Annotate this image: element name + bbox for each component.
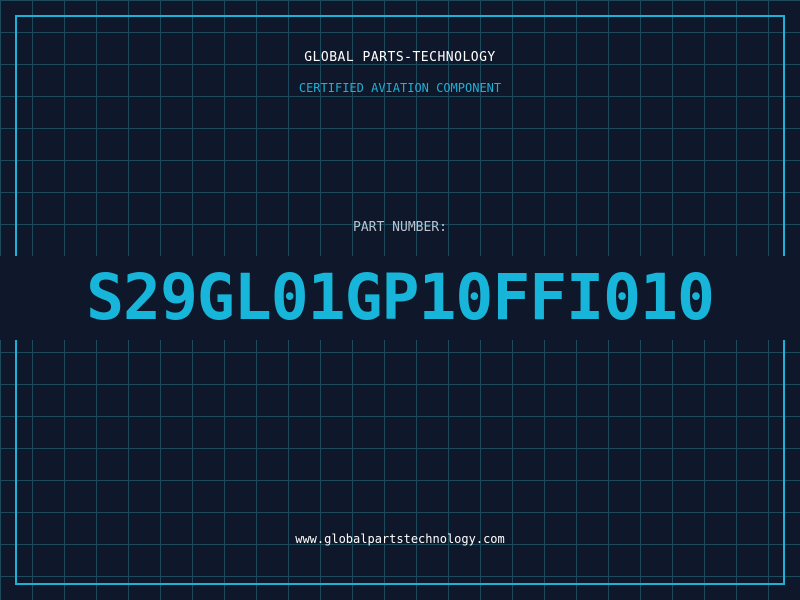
website-url: www.globalpartstechnology.com xyxy=(295,532,505,546)
part-number-label: PART NUMBER: xyxy=(353,220,447,235)
company-name: GLOBAL PARTS-TECHNOLOGY xyxy=(304,50,496,65)
part-number-value: S29GL01GP10FFI010 xyxy=(86,261,715,334)
certification-subtitle: CERTIFIED AVIATION COMPONENT xyxy=(298,81,502,95)
